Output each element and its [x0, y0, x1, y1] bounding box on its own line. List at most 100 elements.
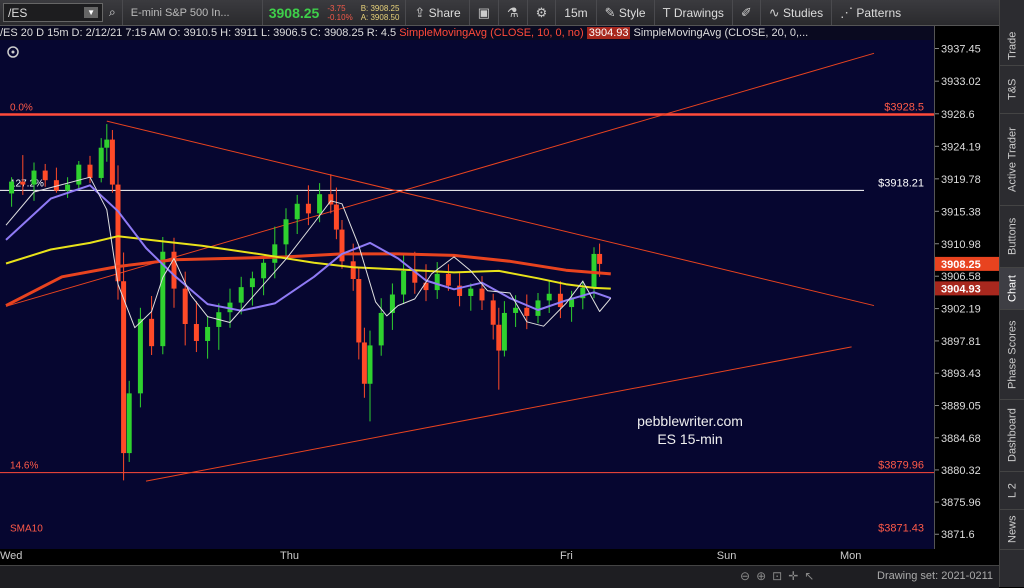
bar-close: C: 3908.25: [309, 27, 364, 39]
chart-background: [0, 26, 934, 549]
screenshot-button[interactable]: ▣: [470, 0, 499, 25]
chevron-down-icon[interactable]: ▼: [84, 7, 98, 18]
candle-body: [9, 181, 15, 194]
sidebar-tab-chart[interactable]: Chart: [1000, 268, 1024, 310]
date-label: Thu: [280, 550, 299, 562]
candle-body: [261, 262, 267, 279]
gear-icon: ⚙: [535, 4, 548, 20]
candle-body: [109, 139, 115, 185]
patterns-button[interactable]: ⋰ Patterns: [832, 0, 909, 25]
bar-high: H: 3911: [220, 27, 258, 39]
drawings-button[interactable]: T Drawings: [655, 0, 733, 25]
candle-body: [182, 288, 188, 325]
bid-value: B: 3908.25: [360, 3, 400, 13]
candle-body: [496, 324, 502, 351]
y-tick-label: 3933.02: [941, 76, 981, 88]
ask-value: A: 3908.50: [360, 12, 400, 22]
candle-body: [65, 184, 71, 191]
date-label: Fri: [560, 550, 573, 562]
candle-body: [361, 342, 367, 384]
candle-body: [490, 300, 496, 325]
top-toolbar: /ES ▼ ⌕ E-mini S&P 500 In... 3908.25 -3.…: [0, 0, 1024, 26]
price-chart[interactable]: 0.0% $3928.5 127.2% $3918.21 14.6% $3879.96 SM…: [0, 26, 934, 549]
sma20-label[interactable]: SimpleMovingAvg (CLOSE, 20, 0,...: [634, 27, 809, 39]
candle-body: [501, 312, 507, 351]
change-percent: -0.10%: [327, 12, 353, 22]
studies-button[interactable]: ∿ Studies: [761, 0, 833, 25]
zoom-in-icon[interactable]: ⊕: [756, 569, 772, 583]
candle-body: [31, 170, 37, 185]
chart-symbol-timeframe: /ES 20 D 15m: [0, 27, 69, 39]
level-right-label-2: $3879.96: [878, 460, 924, 472]
timeframe-button[interactable]: 15m: [556, 0, 597, 25]
symbol-text: /ES: [8, 5, 28, 20]
candle-body: [294, 203, 300, 220]
candle-body: [149, 318, 155, 347]
date-label: Sun: [716, 550, 737, 562]
crosshair-icon[interactable]: ✛: [788, 569, 804, 583]
price-change: -3.75 -0.10%: [323, 4, 356, 22]
candle-body: [423, 282, 429, 291]
camera-icon: ▣: [477, 4, 490, 20]
level-right-label-3: $3871.43: [878, 523, 924, 535]
timeframe-label: 15m: [564, 5, 588, 20]
candle-body: [367, 345, 373, 384]
sidebar-tab-l-2[interactable]: L 2: [1000, 472, 1024, 510]
candle-body: [356, 279, 362, 343]
y-tick-label: 3871.6: [941, 529, 975, 541]
price-axis[interactable]: 3937.45 3933.02 3928.6 3924.19 3919.78 3915.3…: [934, 26, 1000, 549]
y-tick-label: 3924.19: [941, 141, 981, 153]
zoom-out-icon[interactable]: ⊖: [740, 569, 756, 583]
candle-body: [479, 288, 485, 301]
sma10-label[interactable]: SimpleMovingAvg (CLOSE, 10, 0, no): [399, 27, 583, 39]
annotation-line-0: pebblewriter.com: [637, 413, 743, 429]
chart-canvas[interactable]: 0.0% $3928.5 127.2% $3918.21 14.6% $3879.96 SM…: [0, 26, 934, 549]
beaker-button[interactable]: ⚗: [499, 0, 528, 25]
pencil-icon: ✐: [740, 4, 752, 20]
y-tick-label: 3910.98: [941, 239, 981, 251]
sidebar-tab-active-trader[interactable]: Active Trader: [1000, 114, 1024, 206]
y-tick-label: 3884.68: [941, 433, 981, 445]
studies-icon: ∿: [768, 4, 780, 20]
settings-button[interactable]: ⚙: [528, 0, 557, 25]
candle-body: [445, 273, 451, 286]
drawing-tools-button[interactable]: ✐: [733, 0, 761, 25]
candle-body: [126, 393, 132, 454]
drawings-label: Drawings: [673, 5, 724, 20]
y-tick-label: 3915.38: [941, 206, 981, 218]
candle-body: [535, 300, 541, 316]
fit-icon[interactable]: ⊡: [772, 569, 788, 583]
y-tick-label: 3928.6: [941, 109, 975, 121]
bar-range: R: 4.5: [366, 27, 397, 39]
candle-body: [249, 278, 255, 288]
sidebar-tab-dashboard[interactable]: Dashboard: [1000, 400, 1024, 472]
flask-icon: ⚗: [506, 4, 519, 20]
level-left-label-1: 127.2%: [10, 178, 44, 189]
right-sidebar: Trade T&S Active Trader Buttons Chart Phase S…: [999, 0, 1024, 587]
candle-body: [401, 270, 407, 295]
symbol-selector[interactable]: /ES ▼: [3, 3, 103, 22]
candle-body: [205, 326, 211, 341]
candle-body: [193, 324, 199, 341]
candle-body: [350, 261, 356, 280]
bar-date: D: 2/12/21 7:15 AM: [71, 27, 166, 39]
style-button[interactable]: ✎ Style: [597, 0, 655, 25]
zoom-controls: ⊖⊕⊡✛↖: [740, 569, 820, 583]
share-button[interactable]: ⇪ Share: [406, 0, 470, 25]
sidebar-tab-trade[interactable]: Trade: [1000, 26, 1024, 66]
y-tick-label: 3880.32: [941, 465, 981, 477]
drawing-set-label[interactable]: Drawing set: 2021-0211: [877, 570, 993, 582]
y-tick-label: 3937.45: [941, 43, 981, 55]
level-right-label-0: $3928.5: [884, 102, 924, 114]
sidebar-tab-phase-scores[interactable]: Phase Scores: [1000, 310, 1024, 400]
sidebar-tab-buttons[interactable]: Buttons: [1000, 206, 1024, 268]
candle-body: [42, 170, 48, 181]
sidebar-tab-t-s[interactable]: T&S: [1000, 66, 1024, 114]
candle-body: [513, 307, 519, 313]
candle-body: [171, 251, 177, 289]
candle-body: [546, 293, 552, 301]
cursor-icon[interactable]: ↖: [804, 569, 820, 583]
last-price: 3908.25: [268, 4, 320, 21]
sidebar-tab-news[interactable]: News: [1000, 510, 1024, 550]
symbol-search-icon[interactable]: ⌕: [103, 0, 123, 25]
